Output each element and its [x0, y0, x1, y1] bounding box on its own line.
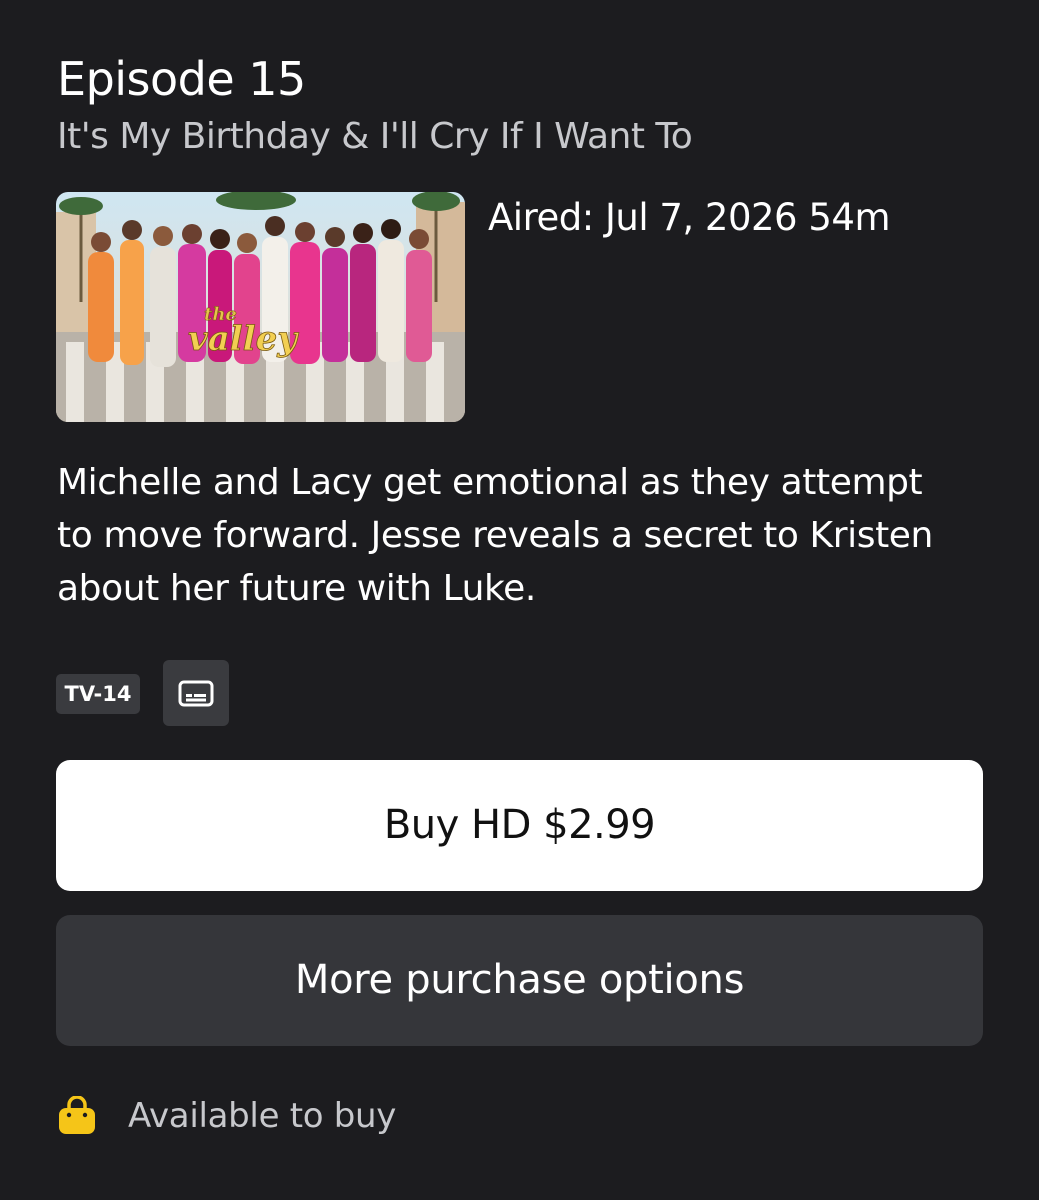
rating-badge: TV-14 [56, 674, 140, 714]
more-purchase-options-button[interactable]: More purchase options [56, 915, 983, 1046]
closed-captions-badge [163, 660, 229, 726]
availability-label: Available to buy [128, 1096, 397, 1136]
episode-thumbnail[interactable]: the valley [56, 192, 465, 422]
closed-captions-icon [178, 680, 214, 707]
episode-title: It's My Birthday & I'll Cry If I Want To [57, 116, 693, 157]
buy-hd-button[interactable]: Buy HD $2.99 [56, 760, 983, 891]
availability-status: Available to buy [57, 1090, 396, 1142]
aired-date: Aired: Jul 7, 2026 54m [488, 196, 890, 239]
shopping-bag-icon [57, 1095, 97, 1136]
thumbnail-logo-large: valley [188, 319, 299, 359]
episode-description: Michelle and Lacy get emotional as they … [57, 462, 933, 609]
episode-number: Episode 15 [57, 52, 306, 106]
